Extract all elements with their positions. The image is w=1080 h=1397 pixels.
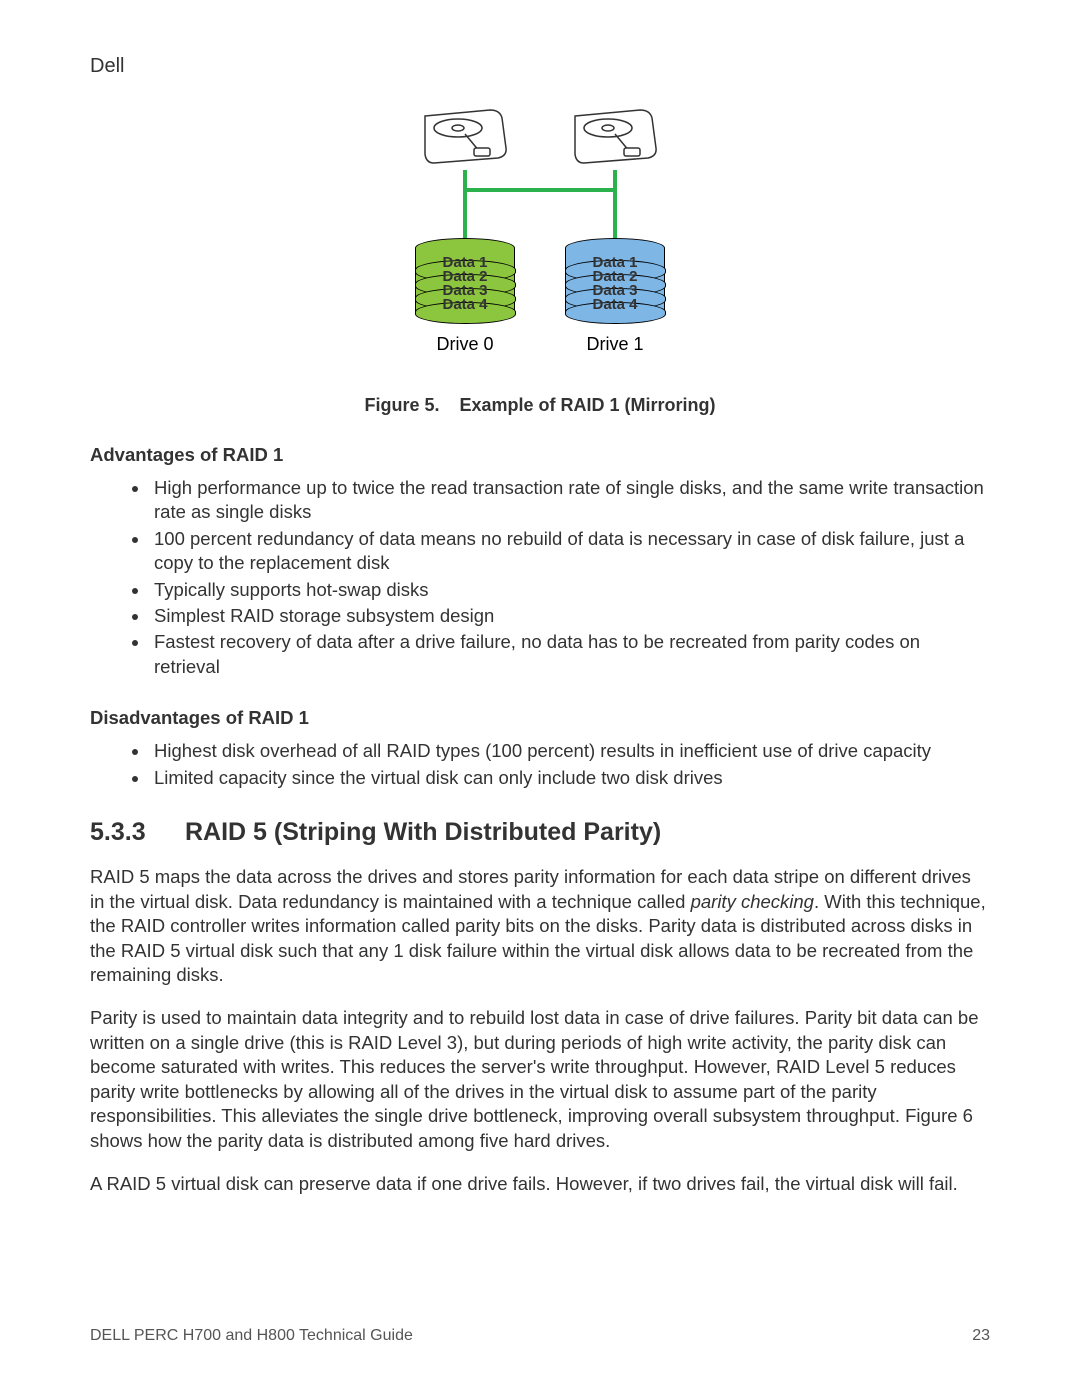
footer-doc-title: DELL PERC H700 and H800 Technical Guide bbox=[90, 1327, 413, 1345]
section-p2: Parity is used to maintain data integrit… bbox=[90, 1006, 990, 1154]
page: Dell bbox=[0, 0, 1080, 1397]
section-title: RAID 5 (Striping With Distributed Parity… bbox=[185, 818, 661, 847]
hard-drive-icon bbox=[570, 108, 660, 164]
list-item: High performance up to twice the read tr… bbox=[150, 476, 990, 525]
disadvantages-list: Highest disk overhead of all RAID types … bbox=[90, 739, 990, 790]
drive1-stack: Data 1 Data 2 Data 3 Data 4 Drive 1 bbox=[565, 238, 665, 355]
drive0-stack: Data 1 Data 2 Data 3 Data 4 Drive 0 bbox=[415, 238, 515, 355]
advantages-heading: Advantages of RAID 1 bbox=[90, 444, 990, 466]
figure-caption-text: Example of RAID 1 (Mirroring) bbox=[460, 395, 716, 415]
hdd-row bbox=[420, 108, 660, 164]
footer: DELL PERC H700 and H800 Technical Guide … bbox=[90, 1327, 990, 1345]
advantages-list: High performance up to twice the read tr… bbox=[90, 476, 990, 679]
hard-drive-icon bbox=[420, 108, 510, 164]
drive1-label: Drive 1 bbox=[586, 334, 643, 355]
list-item: Fastest recovery of data after a drive f… bbox=[150, 630, 990, 679]
section-heading: 5.3.3 RAID 5 (Striping With Distributed … bbox=[90, 818, 990, 847]
connector-lines bbox=[415, 170, 665, 240]
list-item: 100 percent redundancy of data means no … bbox=[150, 527, 990, 576]
cylinder-row: Data 1 Data 2 Data 3 Data 4 Drive 0 Data… bbox=[415, 238, 665, 355]
list-item: Simplest RAID storage subsystem design bbox=[150, 604, 990, 628]
raid1-diagram: Data 1 Data 2 Data 3 Data 4 Drive 0 Data… bbox=[415, 108, 665, 355]
section-number: 5.3.3 bbox=[90, 818, 185, 847]
list-item: Limited capacity since the virtual disk … bbox=[150, 766, 990, 790]
drive1-seg4: Data 4 bbox=[592, 296, 637, 313]
section-p3: A RAID 5 virtual disk can preserve data … bbox=[90, 1172, 990, 1197]
header-brand: Dell bbox=[90, 55, 990, 78]
figure-caption: Figure 5. Example of RAID 1 (Mirroring) bbox=[364, 395, 715, 416]
p1-emphasis: parity checking bbox=[691, 891, 814, 912]
drive0-label: Drive 0 bbox=[436, 334, 493, 355]
figure-caption-number: Figure 5. bbox=[364, 395, 439, 415]
figure-raid1: Data 1 Data 2 Data 3 Data 4 Drive 0 Data… bbox=[90, 108, 990, 416]
disadvantages-heading: Disadvantages of RAID 1 bbox=[90, 707, 990, 729]
list-item: Highest disk overhead of all RAID types … bbox=[150, 739, 990, 763]
drive0-seg4: Data 4 bbox=[442, 296, 487, 313]
section-p1: RAID 5 maps the data across the drives a… bbox=[90, 865, 990, 988]
list-item: Typically supports hot-swap disks bbox=[150, 578, 990, 602]
footer-page-number: 23 bbox=[972, 1327, 990, 1345]
